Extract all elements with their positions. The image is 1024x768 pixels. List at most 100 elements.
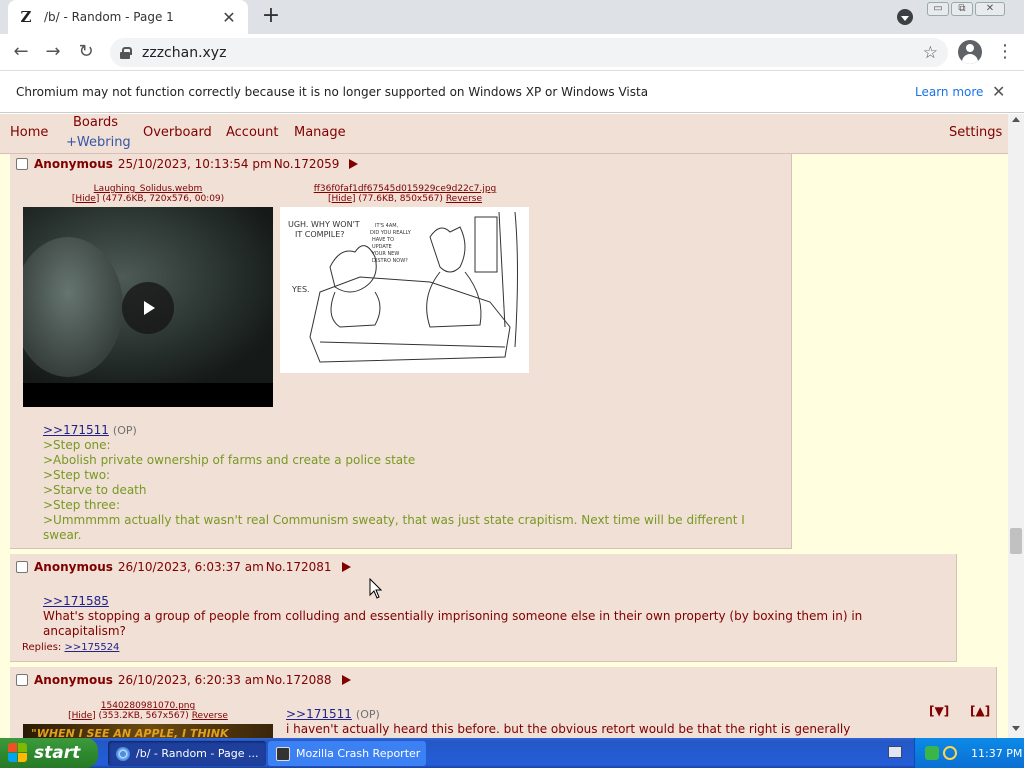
post-body: >>171511 (OP) i haven't actually heard th…: [286, 707, 936, 738]
sketch-caption: IT'S 4AM,: [375, 223, 399, 229]
system-tray: 11:37 PM: [914, 738, 1024, 768]
page-scrollbar[interactable]: [1008, 114, 1024, 738]
chromium-icon: [116, 746, 130, 761]
back-button[interactable]: ←: [9, 41, 33, 65]
file-meta: (353.2KB, 567x567): [98, 711, 189, 721]
browser-tab[interactable]: Z /b/ - Random - Page 1 ✕: [8, 0, 248, 34]
file-name-link[interactable]: 1540280981070.png: [101, 701, 195, 711]
image-thumbnail[interactable]: UGH. WHY WON'T IT COMPILE? IT'S 4AM, DID…: [280, 207, 529, 373]
post-number-link[interactable]: No.172081: [266, 560, 332, 574]
quote-link[interactable]: >>171511: [286, 707, 352, 721]
post-select-checkbox[interactable]: [16, 674, 28, 686]
infobar-close-icon[interactable]: ✕: [992, 82, 1005, 101]
hide-file-link[interactable]: Hide: [75, 194, 96, 204]
nav-settings-link[interactable]: Settings: [949, 125, 1002, 140]
hide-file-link[interactable]: Hide: [72, 711, 93, 721]
post-header: Anonymous 26/10/2023, 6:20:33 am No.1720…: [16, 673, 351, 687]
scroll-down-arrow-icon[interactable]: [1012, 726, 1020, 731]
quote-link[interactable]: >>171585: [43, 594, 109, 608]
post-select-checkbox[interactable]: [16, 561, 28, 573]
post-number-link[interactable]: No.172059: [274, 157, 340, 171]
clock[interactable]: 11:37 PM: [971, 747, 1022, 760]
file-name-link[interactable]: Laughing_Solidus.webm: [94, 184, 203, 194]
page-content: Home Boards +Webring Overboard Account M…: [0, 114, 1008, 738]
lock-icon[interactable]: [120, 46, 132, 59]
post-172081: Anonymous 26/10/2023, 6:03:37 am No.1720…: [10, 554, 957, 662]
post-date: 26/10/2023, 6:03:37 am: [117, 560, 264, 574]
hide-file-link[interactable]: Hide: [332, 194, 353, 204]
restore-button[interactable]: ⧉: [951, 2, 973, 16]
infobar-message: Chromium may not function correctly beca…: [16, 85, 649, 99]
post-select-checkbox[interactable]: [16, 158, 28, 170]
sketch-caption: HAVE TO: [372, 237, 394, 243]
reverse-search-link[interactable]: Reverse: [192, 711, 228, 721]
video-thumbnail[interactable]: [23, 207, 273, 407]
post-header: Anonymous 25/10/2023, 10:13:54 pm No.172…: [16, 157, 359, 171]
reverse-search-link[interactable]: Reverse: [446, 194, 482, 204]
replies: Replies: >>175524: [22, 642, 119, 653]
browser-toolbar: ← → ↻ zzzchan.xyz ☆ ⋮: [0, 34, 1024, 71]
profile-avatar-icon[interactable]: [958, 40, 982, 64]
tab-search-icon[interactable]: [897, 9, 913, 25]
start-button[interactable]: start: [0, 738, 98, 768]
greentext-line: >Step two:: [43, 468, 111, 482]
tab-close-icon[interactable]: ✕: [220, 8, 238, 27]
nav-manage-link[interactable]: Manage: [294, 125, 346, 140]
post-menu-arrow-icon[interactable]: [341, 562, 351, 572]
nav-webring-link[interactable]: +Webring: [66, 135, 131, 150]
play-icon[interactable]: [122, 282, 174, 334]
keyboard-layout-icon[interactable]: [888, 746, 902, 758]
file-info: ff36f0faf1df67545d015929ce9d22c7.jpg [Hi…: [313, 184, 497, 204]
post-menu-arrow-icon[interactable]: [341, 675, 351, 685]
nav-home-link[interactable]: Home: [10, 125, 48, 140]
post-body: >>171511 (OP) >Step one: >Abolish private…: [43, 423, 783, 543]
sketch-caption: DISTRO NOW?: [372, 258, 408, 264]
mouse-cursor-icon: [369, 578, 383, 599]
sketch-caption: UGH. WHY WON'T: [288, 220, 360, 229]
nav-overboard-link[interactable]: Overboard: [143, 125, 212, 140]
post-date: 26/10/2023, 6:20:33 am: [117, 673, 264, 687]
crash-reporter-icon: [276, 746, 290, 761]
minimize-button[interactable]: ▭: [927, 2, 949, 16]
scrollbar-thumb[interactable]: [1010, 528, 1022, 554]
post-header: Anonymous 26/10/2023, 6:03:37 am No.1720…: [16, 560, 351, 574]
address-bar[interactable]: zzzchan.xyz ☆: [110, 38, 948, 67]
search-icon[interactable]: [943, 746, 957, 760]
post-menu-arrow-icon[interactable]: [349, 159, 359, 169]
sketch-caption: YES.: [291, 285, 310, 294]
unsupported-os-infobar: Chromium may not function correctly beca…: [0, 72, 1024, 113]
bookmark-star-icon[interactable]: ☆: [923, 43, 938, 63]
taskbar-item-label: /b/ - Random - Page ...: [136, 747, 259, 760]
learn-more-link[interactable]: Learn more: [915, 85, 983, 99]
poster-name: Anonymous: [34, 157, 113, 171]
sketch-caption: YOUR NEW: [371, 251, 399, 257]
taskbar-item-browser[interactable]: /b/ - Random - Page ...: [108, 741, 266, 766]
jump-up-button[interactable]: [▲]: [970, 704, 990, 718]
post-172059: Anonymous 25/10/2023, 10:13:54 pm No.172…: [10, 154, 792, 549]
os-taskbar: start /b/ - Random - Page ... Mozilla Cr…: [0, 738, 1024, 768]
new-tab-button[interactable]: +: [259, 5, 283, 29]
image-thumbnail[interactable]: "WHEN I SEE AN APPLE, I THINK: [23, 724, 273, 738]
nav-boards-link[interactable]: Boards: [73, 115, 118, 130]
jump-down-button[interactable]: [▼]: [929, 704, 949, 718]
nav-account-link[interactable]: Account: [226, 125, 279, 140]
browser-menu-icon[interactable]: ⋮: [996, 41, 1014, 63]
poster-name: Anonymous: [34, 673, 113, 687]
file-name-link[interactable]: ff36f0faf1df67545d015929ce9d22c7.jpg: [314, 184, 497, 194]
window-close-button[interactable]: ✕: [975, 2, 1005, 16]
forward-button[interactable]: →: [41, 41, 65, 65]
url-text[interactable]: zzzchan.xyz: [142, 45, 226, 61]
taskbar-item-label: Mozilla Crash Reporter: [296, 747, 421, 760]
file-info: 1540280981070.png [Hide] (353.2KB, 567x5…: [68, 701, 228, 721]
sketch-caption: IT COMPILE?: [295, 230, 345, 239]
reply-link[interactable]: >>175524: [64, 642, 119, 653]
quote-link[interactable]: >>171511: [43, 423, 109, 437]
poster-name: Anonymous: [34, 560, 113, 574]
post-text: i haven't actually heard this before. bu…: [286, 722, 851, 738]
reload-button[interactable]: ↻: [74, 41, 98, 65]
post-number-link[interactable]: No.172088: [266, 673, 332, 687]
post-text: What's stopping a group of people from c…: [43, 609, 863, 638]
taskbar-item-crash-reporter[interactable]: Mozilla Crash Reporter: [268, 741, 426, 766]
network-icon[interactable]: [925, 746, 939, 760]
scroll-up-arrow-icon[interactable]: [1012, 117, 1020, 122]
